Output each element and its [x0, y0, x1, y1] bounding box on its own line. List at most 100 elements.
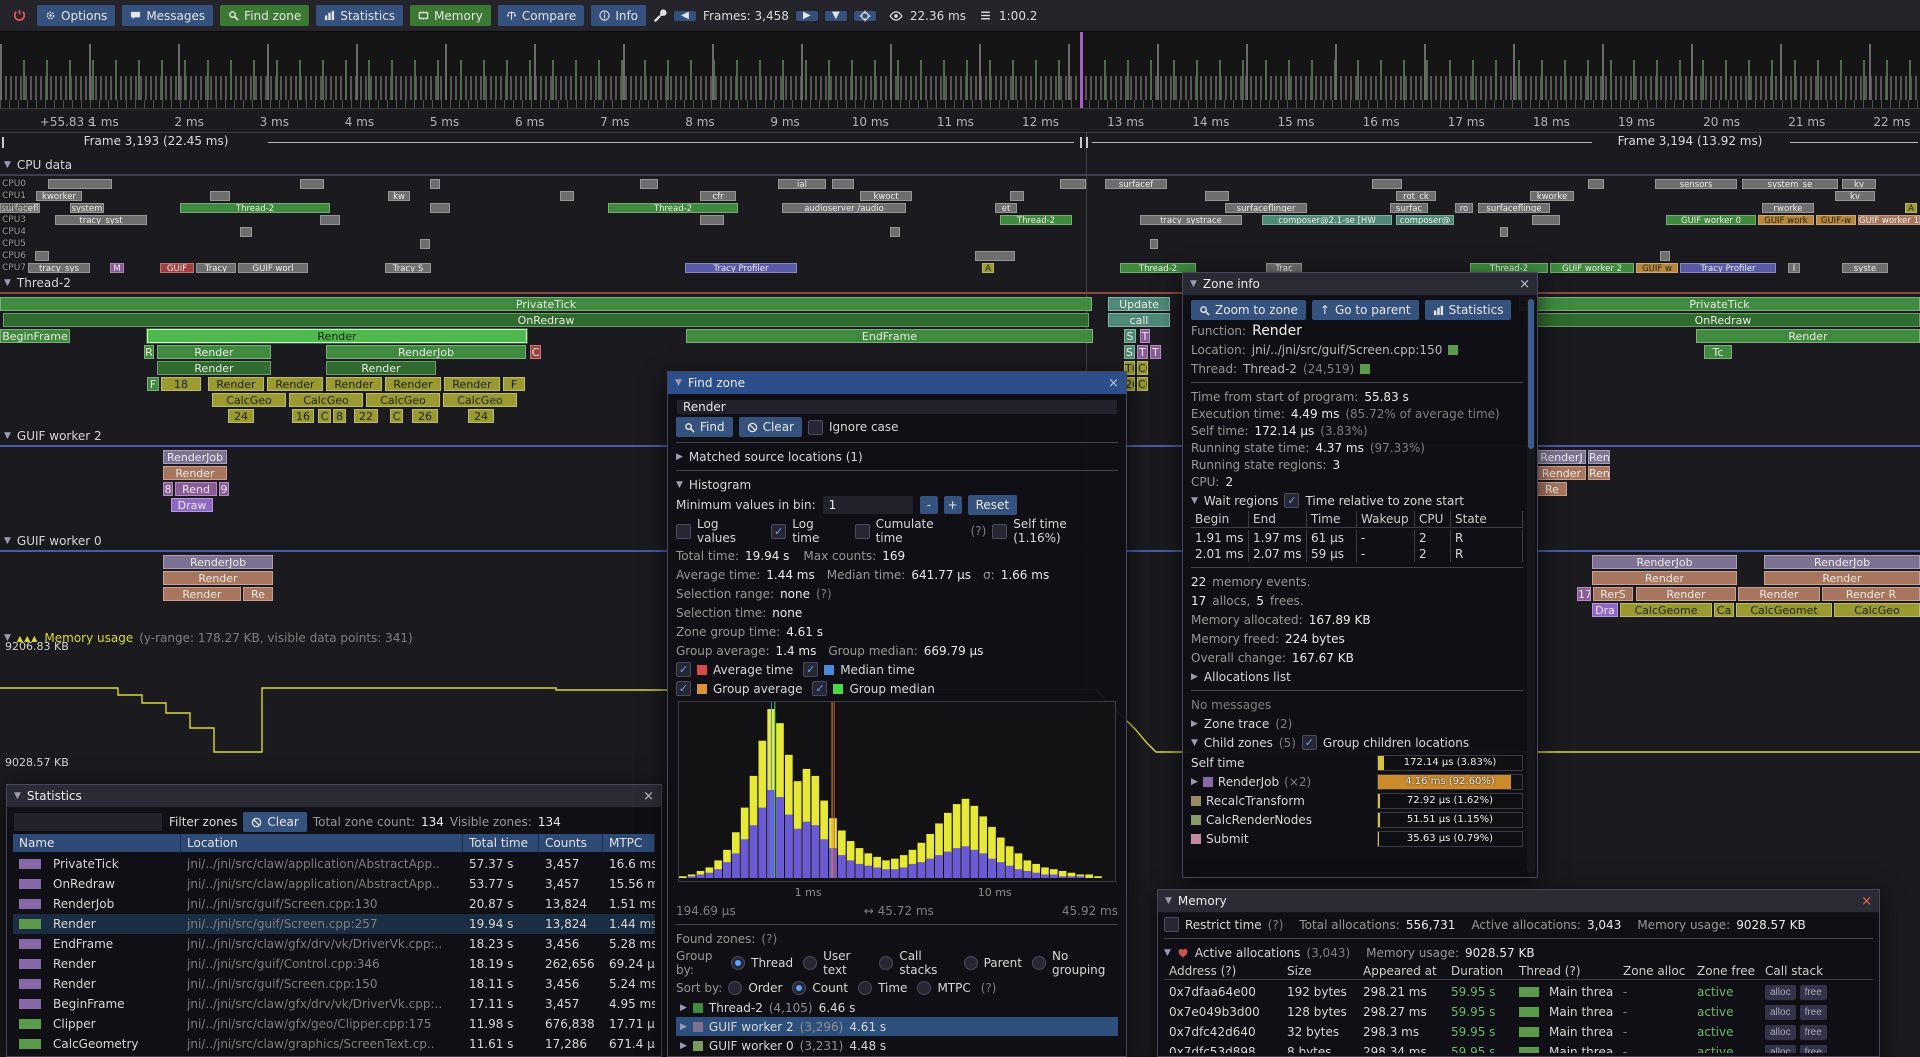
child-zone-row[interactable]: ▶RenderJob(×2)4.16 ms (92.60%) [1191, 772, 1523, 791]
memory-button[interactable]: Memory [410, 5, 491, 26]
active-allocations-section[interactable]: ▼ Active allocations (3,043) Memory usag… [1164, 944, 1873, 961]
allocation-row[interactable]: 0x7dfc42d64032 bytes298.3 ms59.95 sMain … [1164, 1022, 1873, 1042]
frame-histogram-strip[interactable] [0, 32, 1920, 109]
timeline-zone[interactable]: Render [163, 587, 241, 601]
timeline-zone[interactable]: GUIF worker 0 [1666, 215, 1756, 225]
timeline-zone[interactable]: RenderJob [163, 450, 227, 464]
allocation-address[interactable]: 0x7dfaa64e00 [1164, 985, 1282, 999]
callstack-button[interactable]: alloc [1765, 1025, 1796, 1040]
timeline-zone[interactable]: CalcGeo [1834, 603, 1920, 617]
timeline-zone[interactable]: RenderJob [326, 345, 526, 359]
timeline-zone[interactable]: Tracy [196, 263, 236, 273]
timeline-zone[interactable]: tracy_syst [55, 215, 147, 225]
column-header-counts[interactable]: Counts [539, 834, 603, 852]
timeline-zone[interactable]: Render [208, 377, 264, 391]
timeline-zone[interactable]: Render [147, 329, 527, 343]
found-zone-group[interactable]: ▶Thread-2(4,105)6.46 s [676, 998, 1118, 1017]
timeline-zone[interactable]: Re [243, 587, 273, 601]
expand-icon[interactable]: ▶ [1191, 672, 1198, 682]
timeline-zone[interactable]: BeginFrame [0, 329, 70, 343]
found-zone-group[interactable]: ▶GUIF worker 2(3,296)4.61 s [676, 1017, 1118, 1036]
child-zone-row[interactable]: Submit35.63 µs (0.79%) [1191, 829, 1523, 848]
callstack-button[interactable]: alloc [1765, 1005, 1796, 1020]
found-zone-group[interactable]: ▶GUIF worker 0(3,231)4.48 s [676, 1036, 1118, 1055]
prev-frame-button[interactable]: ◀ [674, 11, 696, 21]
min-bin-input[interactable] [822, 495, 914, 515]
timeline-zone[interactable]: RerS [1593, 587, 1633, 601]
timeline-zone[interactable]: Ca [1714, 603, 1734, 617]
help-icon[interactable]: (?) [816, 587, 832, 601]
timeline-zone[interactable]: 8 [163, 482, 173, 496]
timeline-zone[interactable]: C [390, 409, 403, 423]
timeline-zone[interactable]: surfaceflinge [1478, 203, 1550, 213]
expand-icon[interactable]: ▶ [1191, 777, 1198, 787]
scrollbar[interactable] [1527, 297, 1535, 873]
statistics-row[interactable]: Renderjni/../jni/src/guif/Screen.cpp:150… [13, 974, 655, 994]
bin-increase-button[interactable]: + [944, 496, 962, 514]
find-button[interactable]: Find [676, 417, 733, 437]
restrict-time-checkbox[interactable] [1164, 917, 1179, 932]
timeline-zone[interactable]: kv [1842, 179, 1876, 189]
timeline-zone[interactable]: CalcGeo [212, 393, 286, 407]
timeline-zone[interactable]: CalcGeome [1620, 603, 1712, 617]
child-zones-section[interactable]: ▼ Child zones (5) Group children locatio… [1191, 734, 1523, 751]
statistics-table-header[interactable]: Name Location Total time Counts MTPC [13, 834, 655, 852]
statistics-row[interactable]: Renderjni/../jni/src/guif/Control.cpp:34… [13, 954, 655, 974]
timeline-zone[interactable]: 26 [412, 409, 438, 423]
timeline-zone[interactable]: GUIF worl [238, 263, 308, 273]
zone-statistics-button[interactable]: Statistics [1425, 300, 1512, 320]
memory-column-header[interactable]: Appeared at [1358, 963, 1446, 980]
timeline-zone[interactable]: Render [267, 377, 323, 391]
timeline-zone[interactable]: Render R [1822, 587, 1920, 601]
expand-icon[interactable]: ▶ [680, 1022, 687, 1032]
collapse-icon[interactable]: ▼ [1165, 896, 1172, 906]
help-icon[interactable]: (?) [981, 981, 997, 995]
memory-column-header[interactable]: Thread (?) [1514, 963, 1618, 980]
next-frame-button[interactable]: ▶ [796, 11, 818, 21]
timeline-zone[interactable]: cfr [700, 191, 736, 201]
go-to-parent-button[interactable]: ↑ Go to parent [1312, 300, 1419, 320]
timeline-zone[interactable]: kw [388, 191, 410, 201]
collapse-icon[interactable]: ▼ [4, 536, 11, 546]
statistics-row[interactable]: CalcGeometryjni/../jni/src/claw/graphics… [13, 1034, 655, 1052]
callstack-button[interactable]: free [1800, 1025, 1827, 1040]
timeline-zone[interactable]: RenderJ [1537, 450, 1586, 464]
close-icon[interactable]: × [1108, 376, 1119, 391]
timeline-zone[interactable]: GUIF w [1636, 263, 1678, 273]
column-header-total-time[interactable]: Total time [463, 834, 539, 852]
timeline-zone[interactable]: M [110, 263, 124, 273]
wait-regions-section[interactable]: ▼ Wait regions Time relative to zone sta… [1191, 492, 1523, 509]
timeline-zone[interactable] [640, 179, 658, 189]
help-icon[interactable]: (?) [971, 524, 987, 538]
power-button[interactable] [8, 11, 30, 21]
timeline-zone[interactable]: kwoct [860, 191, 912, 201]
timeline-zone[interactable]: surfacef [1105, 179, 1167, 189]
timeline-zone[interactable]: Render [1738, 587, 1820, 601]
timeline-zone[interactable]: T [1137, 345, 1148, 359]
timeline-zone[interactable]: Tracy Profiler [1680, 263, 1776, 273]
collapse-icon[interactable]: ▼ [1164, 948, 1171, 958]
statistics-row[interactable]: Clipperjni/../jni/src/claw/gfx/geo/Clipp… [13, 1014, 655, 1034]
timeline-zone[interactable]: surfac [1390, 203, 1428, 213]
info-button[interactable]: Info [591, 5, 646, 26]
reset-button[interactable]: Reset [968, 495, 1018, 515]
timeline-zone[interactable]: system [70, 203, 104, 213]
timeline-zone[interactable]: Thread-2 [608, 203, 738, 213]
timeline-zone[interactable] [832, 179, 854, 189]
timeline-zone[interactable]: composer@2.1-se [HW [1262, 215, 1392, 225]
timeline-zone[interactable] [35, 251, 49, 261]
timeline-zone[interactable]: CalcGeomet [1736, 603, 1832, 617]
timeline-zone[interactable]: GUIF-w [1816, 215, 1856, 225]
timeline-zone[interactable]: S [1124, 345, 1135, 359]
close-icon[interactable]: × [1861, 894, 1872, 909]
timeline-zone[interactable]: A [982, 263, 994, 273]
timeline-zone[interactable]: Rend [175, 482, 217, 496]
timeline-zone[interactable]: I [1788, 263, 1800, 273]
cpu-data-header[interactable]: ▼ CPU data [4, 158, 72, 172]
focus-frame-button[interactable] [854, 11, 876, 21]
expand-icon[interactable]: ▶ [1191, 719, 1198, 729]
group-by-thread[interactable] [731, 956, 745, 970]
timeline-zone[interactable]: 22 [354, 409, 378, 423]
timeline-zone[interactable]: GUIF work [1758, 215, 1814, 225]
timeline-zone[interactable]: PrivateTick [1519, 297, 1920, 311]
